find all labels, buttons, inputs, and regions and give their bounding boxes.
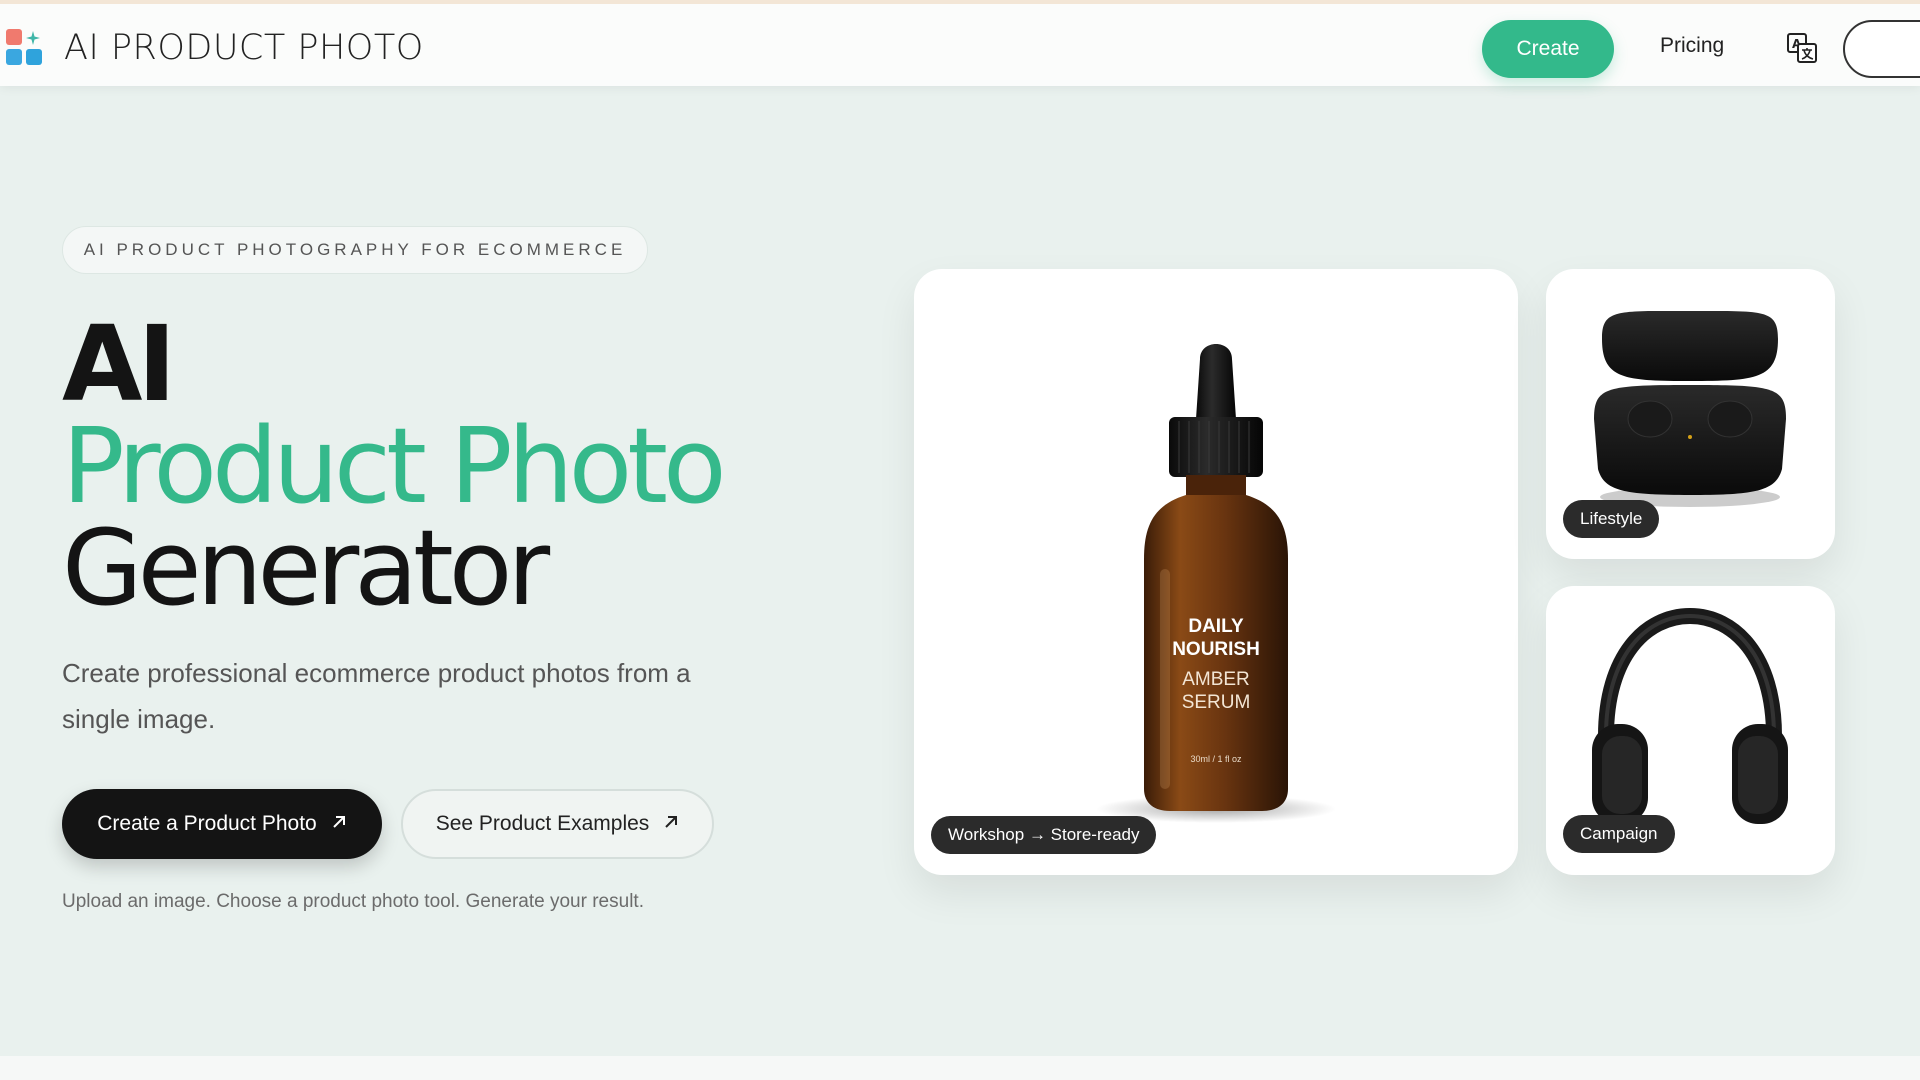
arrow-up-right-icon <box>663 812 679 836</box>
hero-subtitle: Create professional ecommerce product ph… <box>62 658 691 734</box>
see-product-examples-button[interactable]: See Product Examples <box>401 789 714 859</box>
section-divider <box>0 1056 1920 1080</box>
nav-pricing-link[interactable]: Pricing <box>1660 34 1724 58</box>
nav-signin-button[interactable]: Sign <box>1843 20 1920 78</box>
translate-icon[interactable]: A <box>1786 32 1818 64</box>
hero-title-line-1: AI <box>62 303 176 425</box>
bottle-label-brand-line-1: DAILY <box>1188 616 1244 637</box>
hero-hint-text: Upload an image. Choose a product photo … <box>62 891 644 912</box>
arrow-up-right-icon <box>331 812 347 836</box>
gallery-lifestyle-tag: Lifestyle <box>1563 500 1660 538</box>
top-navigation-bar: AI PRODUCT PHOTO Create Pricing A Sign <box>0 0 1920 86</box>
gallery-main-tag: Workshop → Store-ready <box>931 816 1157 854</box>
create-product-photo-label: Create a Product Photo <box>97 812 317 835</box>
gallery-main-card[interactable]: DAILY NOURISH AMBER SERUM 30ml / 1 fl oz… <box>914 269 1518 875</box>
hero-title-line-3: Generator <box>62 507 550 629</box>
brand[interactable]: AI PRODUCT PHOTO <box>6 28 424 68</box>
grid-logo-icon <box>6 29 44 67</box>
bottle-label-volume: 30ml / 1 fl oz <box>1190 754 1242 764</box>
bottle-label-product-line-1: AMBER <box>1182 669 1250 690</box>
gallery-campaign-card[interactable]: Campaign <box>1546 586 1835 875</box>
create-product-photo-button[interactable]: Create a Product Photo <box>62 789 382 859</box>
bottle-label-brand-line-2: NOURISH <box>1172 639 1260 660</box>
see-product-examples-label: See Product Examples <box>435 812 650 835</box>
gallery-lifestyle-card[interactable]: Lifestyle <box>1546 269 1835 559</box>
serum-bottle-image <box>1096 344 1336 823</box>
hero-title-line-2: Product Photo <box>62 405 727 527</box>
brand-title: AI PRODUCT PHOTO <box>64 28 424 68</box>
nav-create-button[interactable]: Create <box>1482 20 1614 78</box>
bottle-label-product-line-2: SERUM <box>1181 692 1251 713</box>
hero-eyebrow-badge: AI PRODUCT PHOTOGRAPHY FOR ECOMMERCE <box>62 226 648 274</box>
gallery-campaign-tag: Campaign <box>1563 815 1675 853</box>
